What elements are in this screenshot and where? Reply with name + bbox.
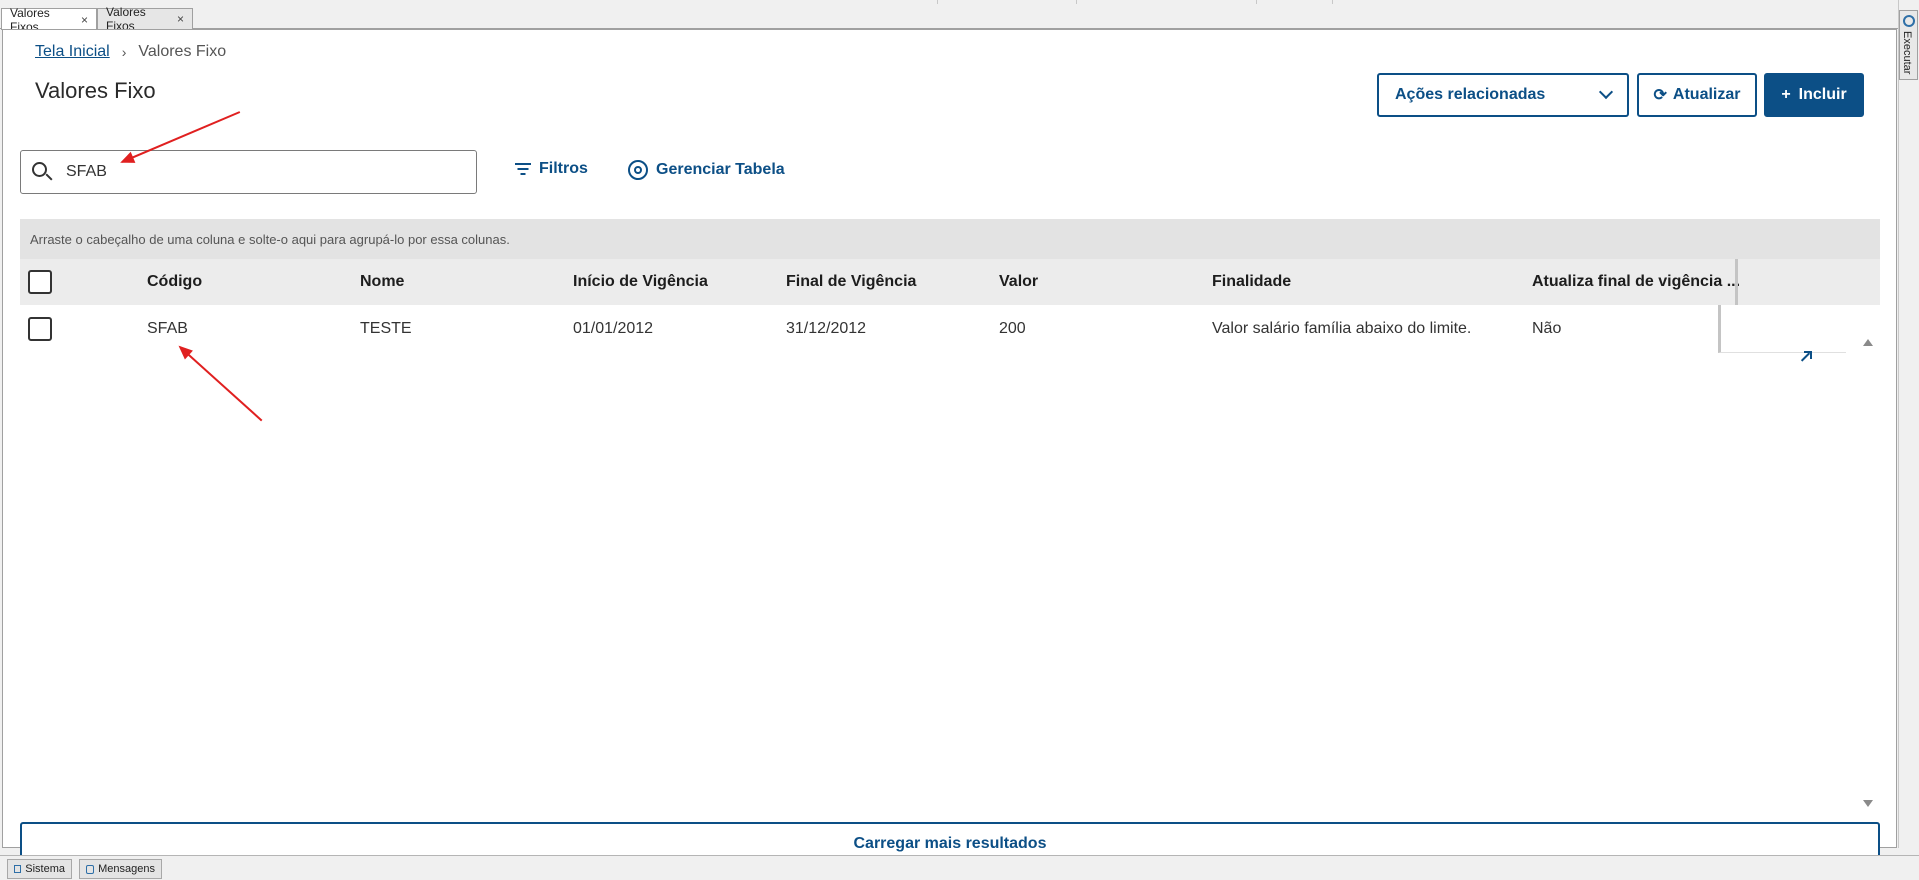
scroll-up-icon[interactable]	[1863, 339, 1873, 346]
side-tab-label: Executar	[1901, 31, 1913, 75]
filters-label: Filtros	[539, 160, 588, 177]
open-record-icon[interactable]	[1798, 350, 1812, 364]
filter-icon	[515, 163, 531, 175]
document-tabstrip: Valores Fixos × Valores Fixos ×	[0, 0, 1900, 34]
search-box	[20, 150, 477, 194]
tab-valores-fixos-2[interactable]: Valores Fixos ×	[97, 5, 193, 33]
column-header-valor[interactable]: Valor	[999, 259, 1038, 305]
cell-atualiza: Não	[1532, 320, 1562, 337]
add-label: Incluir	[1798, 86, 1847, 103]
table-header: Código Nome Início de Vigência Final de …	[20, 259, 1880, 305]
breadcrumb-home-link[interactable]: Tela Inicial	[35, 43, 110, 61]
manage-table-label: Gerenciar Tabela	[656, 161, 785, 178]
cell-finalidade: Valor salário família abaixo do limite.	[1212, 320, 1472, 337]
row-checkbox-cell	[28, 305, 52, 353]
breadcrumb: Tela Inicial › Valores Fixo	[35, 43, 226, 61]
table-row[interactable]: SFAB TESTE 01/01/2012 31/12/2012 200 Val…	[20, 305, 1860, 353]
select-all-checkbox-cell	[28, 259, 52, 305]
refresh-button[interactable]: ⟳ Atualizar	[1637, 73, 1757, 117]
row-action-cell	[1718, 305, 1846, 353]
column-header-atualiza[interactable]: Atualiza final de vigência ...	[1532, 259, 1740, 305]
tab-valores-fixos-1[interactable]: Valores Fixos ×	[1, 6, 97, 34]
gear-icon	[1903, 15, 1915, 27]
cell-nome: TESTE	[360, 320, 412, 337]
related-actions-dropdown[interactable]: Ações relacionadas	[1377, 73, 1629, 117]
column-header-finalidade[interactable]: Finalidade	[1212, 259, 1291, 305]
cell-inicio: 01/01/2012	[573, 320, 654, 337]
refresh-icon: ⟳	[1653, 87, 1667, 104]
close-icon[interactable]: ×	[81, 13, 88, 27]
add-button[interactable]: + Incluir	[1764, 73, 1864, 117]
cell-final: 31/12/2012	[786, 320, 867, 337]
filters-button[interactable]: Filtros	[515, 160, 588, 178]
plus-icon: +	[1781, 86, 1791, 103]
breadcrumb-current: Valores Fixo	[138, 43, 227, 60]
search-icon	[32, 162, 53, 182]
vertical-scrollbar[interactable]	[1859, 335, 1877, 811]
message-icon	[86, 864, 95, 874]
column-header-nome[interactable]: Nome	[360, 259, 404, 305]
refresh-label: Atualizar	[1672, 86, 1741, 103]
status-tab-label: Sistema	[25, 863, 65, 875]
main-panel: Tela Inicial › Valores Fixo Valores Fixo…	[2, 29, 1897, 866]
scroll-down-icon[interactable]	[1863, 800, 1873, 807]
status-tab-label: Mensagens	[98, 863, 155, 875]
gear-icon	[628, 160, 648, 180]
monitor-icon	[14, 865, 22, 873]
chevron-right-icon: ›	[121, 44, 127, 60]
cell-valor: 200	[999, 320, 1026, 337]
side-panel-strip: Executar	[1898, 0, 1919, 848]
column-divider	[1735, 259, 1738, 305]
manage-table-button[interactable]: Gerenciar Tabela	[628, 160, 785, 180]
status-tab-sistema[interactable]: Sistema	[7, 859, 72, 879]
page-title: Valores Fixo	[35, 78, 156, 103]
bottom-statusbar: Sistema Mensagens	[0, 855, 1919, 880]
close-icon[interactable]: ×	[177, 12, 184, 26]
row-checkbox[interactable]	[28, 317, 52, 341]
select-all-checkbox[interactable]	[28, 270, 52, 294]
column-header-codigo[interactable]: Código	[147, 259, 202, 305]
related-actions-label: Ações relacionadas	[1395, 86, 1546, 103]
group-by-drop-zone[interactable]: Arraste o cabeçalho de uma coluna e solt…	[20, 219, 1880, 259]
column-header-final[interactable]: Final de Vigência	[786, 259, 916, 305]
chevron-down-icon	[1598, 84, 1614, 100]
column-header-inicio[interactable]: Início de Vigência	[573, 259, 708, 305]
status-tab-mensagens[interactable]: Mensagens	[79, 859, 162, 879]
side-tab-executar[interactable]: Executar	[1899, 10, 1918, 80]
